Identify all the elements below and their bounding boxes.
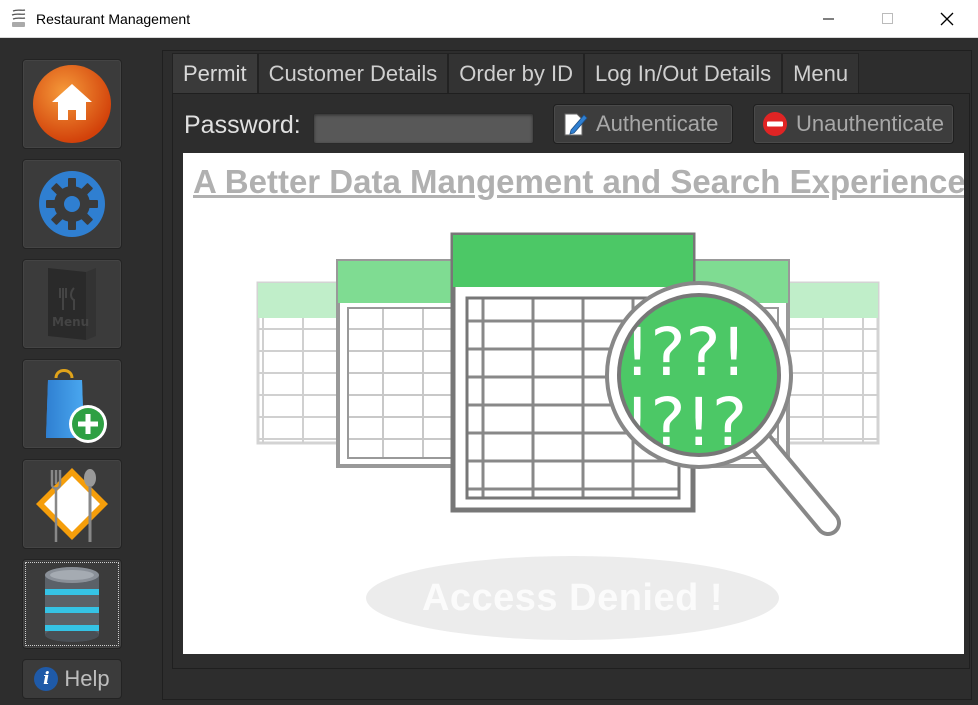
svg-text:Menu: Menu	[52, 315, 89, 329]
sidebar-settings-button[interactable]	[22, 159, 122, 249]
svg-text:!??!: !??!	[624, 314, 747, 391]
close-button[interactable]	[924, 0, 970, 38]
tab-order-by-id[interactable]: Order by ID	[448, 53, 584, 93]
unauthenticate-button[interactable]: Unauthenticate	[753, 104, 954, 144]
tab-customer-details[interactable]: Customer Details	[257, 53, 449, 93]
close-icon	[940, 12, 954, 26]
access-banner-image: A Better Data Mangement and Search Exper…	[183, 153, 964, 654]
password-input[interactable]	[313, 113, 534, 144]
access-status-text: Access Denied !	[421, 577, 724, 619]
password-label: Password:	[184, 111, 301, 139]
sidebar-dining-button[interactable]	[22, 459, 122, 549]
tab-log-in-out-details[interactable]: Log In/Out Details	[583, 53, 783, 93]
sidebar-add-order-button[interactable]	[22, 359, 122, 449]
maximize-icon	[882, 13, 893, 24]
tab-permit[interactable]: Permit	[172, 53, 258, 93]
help-button[interactable]: i Help	[22, 659, 122, 699]
minimize-button[interactable]	[806, 0, 852, 38]
maximize-button[interactable]	[865, 0, 911, 38]
window-title: Restaurant Management	[36, 11, 191, 27]
menu-card-icon: Menu	[48, 268, 96, 340]
sidebar-home-button[interactable]	[22, 59, 122, 149]
home-icon	[33, 65, 111, 143]
shopping-bag-plus-icon	[46, 369, 107, 443]
edit-document-icon	[564, 113, 588, 136]
help-label: Help	[64, 666, 110, 691]
app-icon	[11, 9, 26, 27]
tab-strip: Permit Customer Details Order by ID Log …	[172, 53, 860, 93]
sidebar-database-button[interactable]	[22, 559, 122, 649]
database-icon	[45, 567, 99, 642]
no-entry-icon	[763, 112, 787, 136]
tab-menu[interactable]: Menu	[782, 53, 860, 93]
unauthenticate-label: Unauthenticate	[796, 111, 944, 136]
authenticate-label: Authenticate	[596, 111, 719, 136]
spreadsheet-back-right	[776, 281, 880, 445]
sidebar-menu-button[interactable]: Menu	[22, 259, 122, 349]
gear-icon	[39, 171, 105, 237]
authenticate-button[interactable]: Authenticate	[553, 104, 733, 144]
window-titlebar: Restaurant Management	[0, 0, 978, 38]
minimize-icon	[823, 18, 834, 20]
info-icon: i	[34, 667, 59, 691]
plate-fork-spoon-icon	[36, 468, 108, 542]
